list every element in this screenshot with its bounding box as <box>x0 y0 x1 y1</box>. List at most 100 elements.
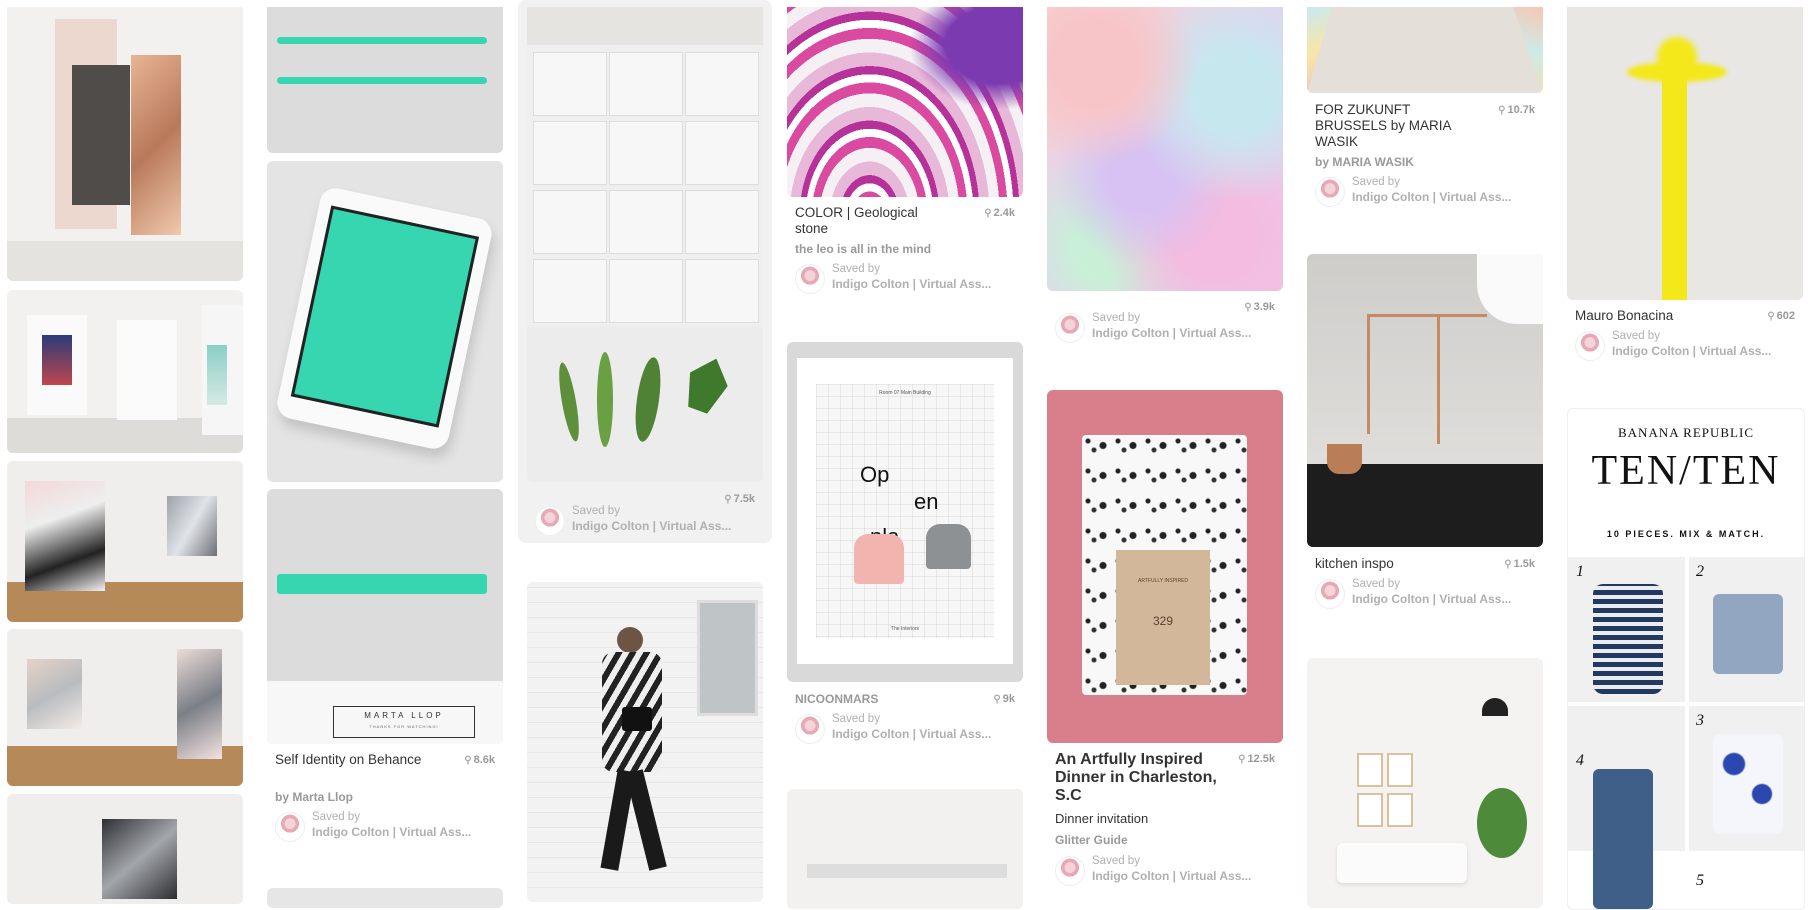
pin-save-count: ⚲ 7.5k <box>724 493 755 505</box>
pin-source[interactable]: by Marta Llop <box>275 790 353 804</box>
saved-by-label: Saved by <box>1352 176 1400 188</box>
pin-title[interactable]: An Artfully Inspired Dinner in Charlesto… <box>1055 751 1225 805</box>
poster-footer: The Interiors <box>890 626 920 632</box>
saved-by-name[interactable]: Indigo Colton | Virtual Ass... <box>1092 869 1251 883</box>
saved-by[interactable]: Saved by Indigo Colton | Virtual Ass... <box>1315 176 1540 207</box>
saved-by-name[interactable]: Indigo Colton | Virtual Ass... <box>1092 326 1251 340</box>
pin-icon: ⚲ <box>724 494 732 505</box>
saved-by-label: Saved by <box>1612 330 1660 342</box>
pin-title[interactable]: kitchen inspo <box>1315 556 1465 572</box>
avatar[interactable] <box>795 714 825 744</box>
pin-save-count: ⚲ 12.5k <box>1238 753 1275 765</box>
pin-image-living-room[interactable] <box>1307 658 1543 908</box>
pin-icon: ⚲ <box>1504 559 1512 570</box>
pin-image-next[interactable] <box>267 888 503 908</box>
pin-description: Dinner invitation <box>1055 811 1149 826</box>
saved-by-label: Saved by <box>572 505 620 517</box>
saved-by-name[interactable]: Indigo Colton | Virtual Ass... <box>1352 592 1511 606</box>
pin-save-count: ⚲ 602 <box>1767 310 1795 322</box>
pin-save-count: ⚲ 1.5k <box>1504 558 1535 570</box>
pin-image-brand-card[interactable]: MARTA LLOP THANKS FOR WATCHING! <box>267 489 503 744</box>
pin-save-count: ⚲ 2.4k <box>984 207 1015 219</box>
saved-by[interactable]: Saved by Indigo Colton | Virtual Ass... <box>535 505 760 536</box>
pin-source[interactable]: Glitter Guide <box>1055 833 1128 847</box>
saved-by-name[interactable]: Indigo Colton | Virtual Ass... <box>1352 190 1511 204</box>
ad-brand: BANANA REPUBLIC <box>1618 425 1754 440</box>
saved-by-label: Saved by <box>1352 578 1400 590</box>
pin-image-tablet[interactable] <box>267 161 503 482</box>
item-number-5: 5 <box>1696 872 1704 889</box>
pin-image-gallery-3[interactable] <box>7 461 243 622</box>
saved-by-label: Saved by <box>832 263 880 275</box>
avatar[interactable] <box>1575 331 1605 361</box>
pin-image-plant-frames[interactable] <box>527 7 763 482</box>
pin-image-gallery-4[interactable] <box>7 629 243 786</box>
pin-title[interactable]: NICOONMARS <box>795 691 945 707</box>
saved-by[interactable]: Saved by Indigo Colton | Virtual Ass... <box>275 811 500 842</box>
ad-headline: TEN/TEN <box>1591 448 1781 494</box>
brand-card-label: MARTA LLOP THANKS FOR WATCHING! <box>333 706 475 738</box>
pin-title[interactable]: Mauro Bonacina <box>1575 308 1725 324</box>
pin-save-count: ⚲ 8.6k <box>464 754 495 766</box>
saved-by-name[interactable]: Indigo Colton | Virtual Ass... <box>832 727 991 741</box>
pin-image-gallery-1[interactable] <box>7 7 243 281</box>
pin-image-pencils[interactable] <box>267 7 503 153</box>
pin-icon: ⚲ <box>984 208 992 219</box>
pin-image-geological-stone[interactable] <box>787 7 1023 197</box>
saved-by-label: Saved by <box>1092 855 1140 867</box>
pin-icon: ⚲ <box>1238 754 1246 765</box>
saved-by-name[interactable]: Indigo Colton | Virtual Ass... <box>312 825 471 839</box>
item-number-4: 4 <box>1576 752 1584 769</box>
pin-image-gallery-2[interactable] <box>7 290 243 453</box>
saved-by-label: Saved by <box>832 713 880 725</box>
pin-image-street-style[interactable] <box>527 582 763 902</box>
pin-save-count: ⚲ 9k <box>993 693 1015 705</box>
pin-image-kitchen[interactable] <box>1307 254 1543 547</box>
pin-image-dinner-invitation[interactable]: ARTFULLY INSPIRED 329 <box>1047 390 1283 743</box>
saved-by[interactable]: Saved by Indigo Colton | Virtual Ass... <box>1055 855 1280 886</box>
pin-title[interactable]: FOR ZUKUNFT BRUSSELS by MARIA WASIK <box>1315 102 1460 150</box>
pin-image-gallery-5[interactable] <box>7 794 243 904</box>
pin-title[interactable]: Self Identity on Behance <box>275 752 425 768</box>
poster-header: Room 07 Main Building <box>879 390 931 396</box>
pin-save-count: ⚲ 10.7k <box>1498 104 1535 116</box>
poster-word-2: en <box>914 489 939 514</box>
saved-by-label: Saved by <box>312 811 360 823</box>
saved-by-label: Saved by <box>1092 312 1140 324</box>
pin-title[interactable]: COLOR | Geological stone <box>795 205 945 237</box>
brand-tagline: THANKS FOR WATCHING! <box>369 724 439 729</box>
avatar[interactable] <box>1315 579 1345 609</box>
avatar[interactable] <box>1055 313 1085 343</box>
saved-by[interactable]: Saved by Indigo Colton | Virtual Ass... <box>795 263 1020 294</box>
item-number-2: 2 <box>1696 563 1704 580</box>
pin-image-yellow-splash[interactable] <box>1567 7 1803 300</box>
saved-by-name[interactable]: Indigo Colton | Virtual Ass... <box>832 277 991 291</box>
pin-image-zukunft[interactable] <box>1307 7 1543 93</box>
saved-by[interactable]: Saved by Indigo Colton | Virtual Ass... <box>1315 578 1540 609</box>
poster-word-1: Op <box>860 462 890 487</box>
pin-icon: ⚲ <box>1767 311 1775 322</box>
pin-source[interactable]: by MARIA WASIK <box>1315 155 1414 169</box>
item-number-3: 3 <box>1696 712 1704 729</box>
pin-icon: ⚲ <box>1498 105 1506 116</box>
pin-icon: ⚲ <box>464 755 472 766</box>
avatar[interactable] <box>1055 856 1085 886</box>
avatar[interactable] <box>1315 177 1345 207</box>
saved-by-name[interactable]: Indigo Colton | Virtual Ass... <box>572 519 731 533</box>
avatar[interactable] <box>275 812 305 842</box>
saved-by[interactable]: Saved by Indigo Colton | Virtual Ass... <box>1055 312 1280 343</box>
pin-image-banana-republic[interactable]: BANANA REPUBLIC TEN/TEN 10 PIECES. MIX &… <box>1567 408 1805 910</box>
avatar[interactable] <box>795 264 825 294</box>
pin-image-pastel-paint[interactable] <box>1047 7 1283 291</box>
saved-by[interactable]: Saved by Indigo Colton | Virtual Ass... <box>795 713 1020 744</box>
pin-icon: ⚲ <box>993 694 1001 705</box>
pin-image-interior[interactable] <box>787 789 1023 909</box>
avatar[interactable] <box>535 506 565 536</box>
invitation-number: 329 <box>1152 614 1174 628</box>
brand-name: MARTA LLOP <box>364 711 444 720</box>
pin-image-poster[interactable]: Room 07 Main Building Op en pla x The In… <box>787 342 1023 682</box>
pin-source[interactable]: the leo is all in the mind <box>795 242 931 256</box>
invitation-heading: ARTFULLY INSPIRED <box>1137 578 1188 584</box>
saved-by-name[interactable]: Indigo Colton | Virtual Ass... <box>1612 344 1771 358</box>
saved-by[interactable]: Saved by Indigo Colton | Virtual Ass... <box>1575 330 1800 361</box>
